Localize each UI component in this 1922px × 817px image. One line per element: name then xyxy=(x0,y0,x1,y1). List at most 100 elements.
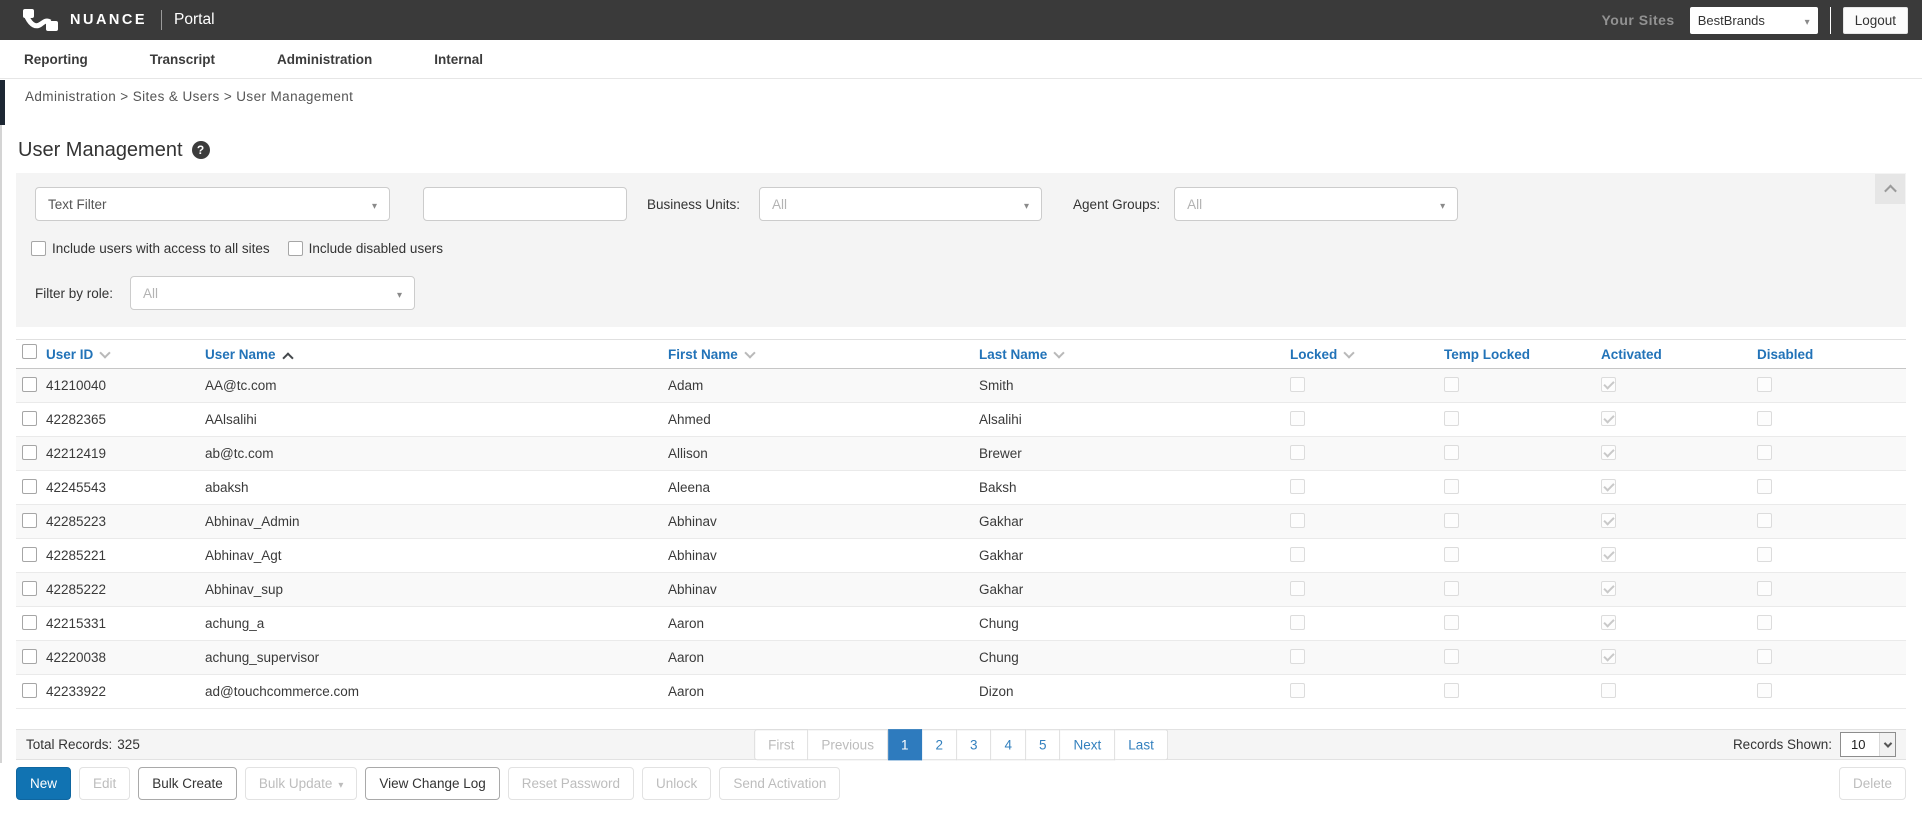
nuance-brand: NUANCE Portal xyxy=(22,8,215,33)
last-name-cell: Alsalihi xyxy=(979,412,1022,427)
main-nav: Reporting Transcript Administration Inte… xyxy=(0,40,1922,79)
nuance-logo-icon xyxy=(22,8,60,33)
row-select-checkbox[interactable] xyxy=(22,648,37,664)
user-id-cell: 42282365 xyxy=(46,412,107,427)
disabled-checkbox xyxy=(1757,478,1772,494)
row-select-checkbox[interactable] xyxy=(22,512,37,528)
records-shown-select[interactable]: 10 xyxy=(1840,732,1896,757)
tab-administration[interactable]: Administration xyxy=(277,52,372,67)
row-select-checkbox[interactable] xyxy=(22,546,37,562)
text-filter-select[interactable]: Text Filter xyxy=(35,187,390,221)
activated-checkbox xyxy=(1601,580,1616,596)
table-row[interactable]: 42285223 Abhinav_Admin Abhinav Gakhar xyxy=(16,505,1906,539)
column-header-locked[interactable]: Locked xyxy=(1290,347,1444,362)
activated-checkbox xyxy=(1601,410,1616,426)
records-shown-value: 10 xyxy=(1851,737,1866,752)
include-disabled-checkbox[interactable] xyxy=(287,241,303,256)
locked-checkbox xyxy=(1290,410,1305,426)
agent-groups-label: Agent Groups: xyxy=(1073,196,1161,212)
filter-by-role-select[interactable]: All xyxy=(130,276,416,310)
agent-groups-select[interactable]: All xyxy=(1174,187,1459,221)
table-row[interactable]: 42245543 abaksh Aleena Baksh xyxy=(16,471,1906,505)
chevron-down-icon xyxy=(744,346,756,359)
page-button-1[interactable]: 1 xyxy=(887,728,923,761)
text-filter-value: Text Filter xyxy=(48,196,107,212)
page-title: User Management ? xyxy=(18,137,1906,163)
business-units-value: All xyxy=(772,196,788,212)
table-row[interactable]: 42285222 Abhinav_sup Abhinav Gakhar xyxy=(16,573,1906,607)
chevron-down-icon xyxy=(1805,13,1810,28)
column-header-user-name[interactable]: User Name xyxy=(205,347,668,364)
table-row[interactable]: 41210040 AA@tc.com Adam Smith xyxy=(16,369,1906,403)
product-name: Portal xyxy=(174,11,215,28)
row-select-checkbox[interactable] xyxy=(22,376,37,392)
activated-checkbox xyxy=(1601,682,1616,698)
send-activation-button: Send Activation xyxy=(719,767,841,800)
your-sites-label: Your Sites xyxy=(1601,12,1675,28)
site-selector[interactable]: BestBrands xyxy=(1689,6,1818,34)
tab-transcript[interactable]: Transcript xyxy=(150,52,215,67)
temp-locked-checkbox xyxy=(1444,682,1459,698)
table-row[interactable]: 42212419 ab@tc.com Allison Brewer xyxy=(16,437,1906,471)
column-header-last-name[interactable]: Last Name xyxy=(979,347,1290,362)
row-select-checkbox[interactable] xyxy=(22,580,37,596)
last-name-cell: Gakhar xyxy=(979,514,1024,529)
include-disabled-label: Include disabled users xyxy=(308,241,443,256)
user-id-cell: 42220038 xyxy=(46,650,107,665)
table-row[interactable]: 42215331 achung_a Aaron Chung xyxy=(16,607,1906,641)
page-button-last[interactable]: Last xyxy=(1115,728,1168,761)
user-name-cell: ad@touchcommerce.com xyxy=(205,684,360,699)
page-button-2[interactable]: 2 xyxy=(922,728,957,761)
filter-row-checkboxes: Include users with access to all sites I… xyxy=(31,241,1906,256)
user-name-cell: AA@tc.com xyxy=(205,378,277,393)
table-row[interactable]: 42285221 Abhinav_Agt Abhinav Gakhar xyxy=(16,539,1906,573)
new-button[interactable]: New xyxy=(16,767,72,800)
select-all-checkbox[interactable] xyxy=(22,344,37,359)
first-name-cell: Aaron xyxy=(668,684,705,699)
row-select-checkbox[interactable] xyxy=(22,478,37,494)
activated-checkbox xyxy=(1601,512,1616,528)
row-select-checkbox[interactable] xyxy=(22,614,37,630)
row-select-checkbox[interactable] xyxy=(22,682,37,698)
filter-text-input[interactable] xyxy=(423,187,627,221)
include-all-sites-option: Include users with access to all sites xyxy=(31,241,270,256)
include-all-sites-checkbox[interactable] xyxy=(31,241,46,256)
locked-checkbox xyxy=(1290,648,1305,664)
page-button-4[interactable]: 4 xyxy=(991,728,1027,761)
row-select-checkbox[interactable] xyxy=(22,444,37,460)
help-icon[interactable]: ? xyxy=(191,141,210,159)
tab-internal[interactable]: Internal xyxy=(434,52,483,67)
filter-row-primary: Text Filter Business Units: All Agent Gr… xyxy=(35,187,1906,221)
temp-locked-checkbox xyxy=(1444,376,1459,392)
locked-checkbox xyxy=(1290,478,1305,494)
disabled-checkbox xyxy=(1757,376,1772,392)
business-units-select[interactable]: All xyxy=(759,187,1043,221)
activated-checkbox xyxy=(1601,546,1616,562)
table-row[interactable]: 42233922 ad@touchcommerce.com Aaron Dizon xyxy=(16,675,1906,709)
page-button-3[interactable]: 3 xyxy=(956,728,992,761)
table-body: 41210040 AA@tc.com Adam Smith 42282365 AAlsal… xyxy=(16,369,1906,709)
temp-locked-checkbox xyxy=(1444,512,1459,528)
activated-checkbox xyxy=(1601,376,1616,392)
temp-locked-checkbox xyxy=(1444,546,1459,562)
table-row[interactable]: 42220038 achung_supervisor Aaron Chung xyxy=(16,641,1906,675)
top-header: NUANCE Portal Your Sites BestBrands Logo… xyxy=(0,0,1922,40)
page-button-5[interactable]: 5 xyxy=(1026,728,1061,761)
table-row[interactable]: 42282365 AAlsalihi Ahmed Alsalihi xyxy=(16,403,1906,437)
include-disabled-option: Include disabled users xyxy=(287,241,443,256)
logout-button[interactable]: Logout xyxy=(1842,6,1908,34)
activated-checkbox xyxy=(1601,478,1616,494)
view-change-log-button[interactable]: View Change Log xyxy=(365,767,500,800)
page-button-next[interactable]: Next xyxy=(1060,728,1116,761)
records-shown: Records Shown: 10 xyxy=(1733,732,1896,757)
user-id-cell: 42233922 xyxy=(46,684,107,699)
collapse-filters-button[interactable] xyxy=(1875,174,1905,204)
tab-reporting[interactable]: Reporting xyxy=(24,52,88,67)
row-select-checkbox[interactable] xyxy=(22,410,37,426)
actions-bar: NewEditBulk CreateBulk UpdateView Change… xyxy=(16,767,1906,800)
records-shown-label: Records Shown: xyxy=(1732,737,1832,752)
column-header-first-name[interactable]: First Name xyxy=(668,347,979,362)
bulk-create-button[interactable]: Bulk Create xyxy=(138,767,237,800)
column-header-user-id[interactable]: User ID xyxy=(46,347,205,362)
user-name-cell: abaksh xyxy=(205,480,249,495)
